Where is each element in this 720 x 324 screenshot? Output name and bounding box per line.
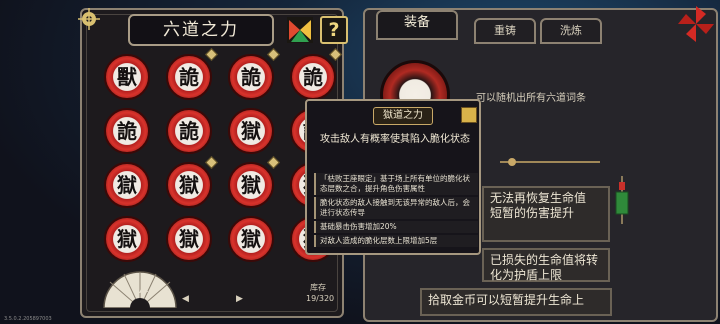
stock-label: 库存 [310,283,326,292]
power-item[interactable]: 獄 [228,216,274,262]
tooltip-title: 攻击敌人有概率使其陷入脆化状态 [320,134,470,145]
item-glyph: 詭 [241,65,261,89]
power-item[interactable]: 詭 [290,48,342,100]
affix-text: 拾取金币可以短暂提升生命上 [428,293,585,307]
tab-reforge[interactable]: 重铸 [474,18,536,44]
item-glyph: 獄 [117,173,137,197]
tab-refine[interactable]: 洗炼 [540,18,602,44]
power-item[interactable]: 獄 [104,162,150,208]
help-button[interactable]: ? [320,16,348,44]
banner-icon [615,176,629,224]
tooltip-header: 獄道之力 [373,107,433,125]
affix-text: 短暂的伤害提升 [490,206,575,220]
tooltip-line: 脆化状态的敌人接触到无该异常的敌人后，会进行状态传导 [314,197,478,219]
affix-text: 无法再恢复生命值 [490,191,587,205]
tooltip-line: 对敌人造成的脆化层数上限增加5层 [314,235,478,247]
power-item[interactable]: 詭 [104,108,150,154]
power-item[interactable]: 詭 [166,48,218,100]
rarity-icon [461,107,477,123]
item-glyph: 獄 [179,173,199,197]
stock-value: 19/320 [306,294,335,303]
filter-icon[interactable] [286,16,314,44]
power-item[interactable]: 獄 [228,108,274,154]
power-item[interactable]: 詭 [166,108,212,154]
affix-slot-4[interactable]: 拾取金币可以短暂提升生命上 [420,288,612,316]
prev-page-button[interactable]: ◀ [182,294,189,304]
item-glyph: 獸 [117,65,137,89]
pinwheel-icon[interactable] [676,4,716,44]
item-glyph: 獄 [241,173,261,197]
ornament-icon [78,8,100,30]
version-label: 3.5.0.2.205897003 [4,316,52,322]
item-glyph: 獄 [179,227,199,251]
item-glyph: 詭 [303,65,323,89]
power-tooltip: 獄道之力 攻击敌人有概率使其陷入脆化状态 「枯败王座眼定」基于场上所有单位的脆化… [305,99,481,255]
power-item[interactable]: 詭 [228,48,280,100]
affix-slot-3[interactable]: 已损失的生命值将转化为护盾上限 [482,248,610,282]
item-glyph: 獄 [241,227,261,251]
power-item[interactable]: 獄 [166,156,218,208]
power-item[interactable]: 獸 [104,54,150,100]
item-glyph: 詭 [179,65,199,89]
tooltip-line: 「枯败王座眼定」基于场上所有单位的脆化状态层数之合，提升角色伤害属性 [314,173,478,195]
item-glyph: 詭 [179,119,199,143]
panel-title: 六道之力 [128,14,274,46]
page-indicator: 1/2 [132,284,150,295]
item-glyph: 獄 [117,227,137,251]
item-glyph: 詭 [117,119,137,143]
next-page-button[interactable]: ▶ [236,294,243,304]
tooltip-line: 基础暴击伤害增加20% [314,221,478,233]
item-glyph: 獄 [241,119,261,143]
item-description: 可以随机出所有六道词条 [476,93,586,104]
tooltip-lines: 「枯败王座眼定」基于场上所有单位的脆化状态层数之合，提升角色伤害属性 脆化状态的… [314,173,478,249]
tab-equip[interactable]: 装备 [376,10,458,40]
affix-slot-1[interactable]: 无法再恢复生命值 短暂的伤害提升 [482,186,610,242]
divider-ornament-icon [500,158,600,166]
power-item[interactable]: 獄 [166,216,212,262]
power-item[interactable]: 獄 [104,216,150,262]
power-item[interactable]: 獄 [228,156,280,208]
affix-text: 已损失的生命值将转化为护盾上限 [490,253,599,282]
